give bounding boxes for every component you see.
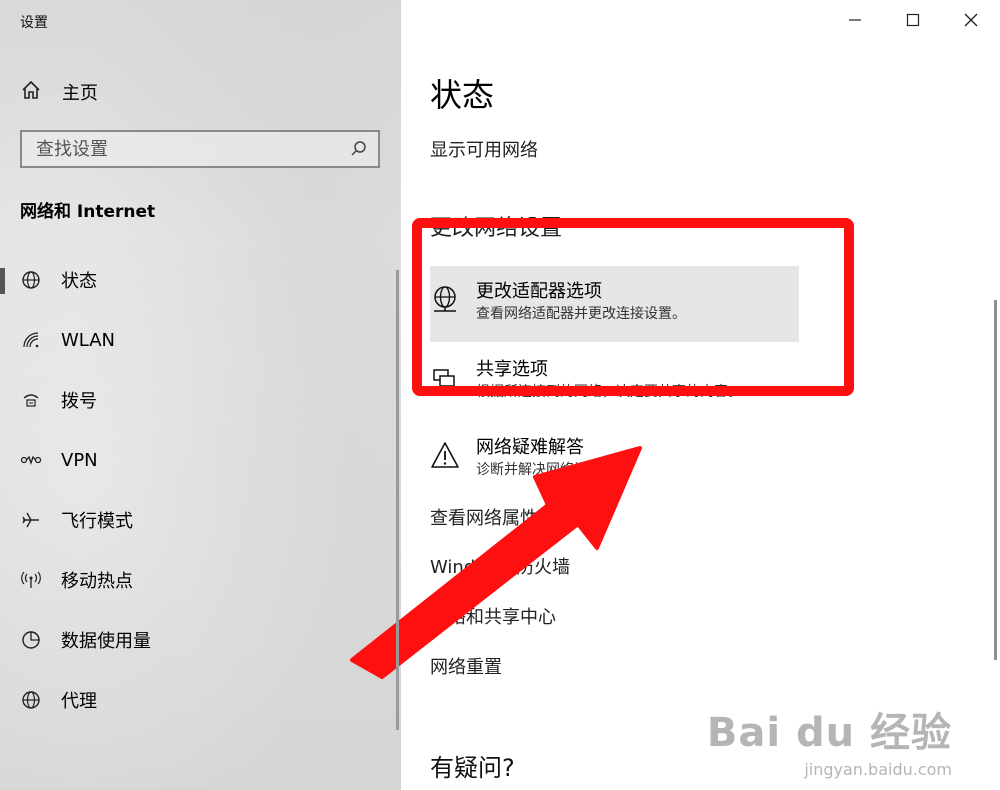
warning-icon	[430, 440, 460, 470]
close-icon	[964, 12, 978, 31]
sidebar-scrollbar[interactable]	[396, 270, 399, 730]
maximize-button[interactable]	[884, 0, 942, 42]
view-network-properties-link[interactable]: 查看网络属性	[430, 504, 538, 530]
sidebar: 设置 主页 网络和 Internet 状态 WLAN	[0, 0, 401, 790]
section-title: 网络和 Internet	[20, 202, 156, 222]
globe-icon	[20, 689, 42, 711]
option-text: 共享选项 根据所连接到的网络，决定要共享的内容。	[476, 358, 742, 402]
help-heading: 有疑问?	[430, 754, 515, 782]
maximize-icon	[906, 12, 920, 31]
sidebar-item-label: 状态	[61, 271, 97, 292]
show-networks-link[interactable]: 显示可用网络	[430, 136, 538, 162]
sharing-icon	[430, 362, 460, 392]
sidebar-item-data-usage[interactable]: 数据使用量	[0, 610, 401, 670]
windows-firewall-link[interactable]: Windows 防火墙	[430, 553, 570, 579]
main-panel: 状态 显示可用网络 更改网络设置 更改适配器选项 查看网络适配器并更改连接设置。…	[401, 0, 1000, 790]
sidebar-item-label: 拨号	[61, 391, 97, 412]
watermark-main: Bai du 经验	[706, 710, 952, 756]
search-icon[interactable]	[350, 140, 368, 162]
close-button[interactable]	[942, 0, 1000, 42]
network-troubleshooter[interactable]: 网络疑难解答 诊断并解决网络问题。	[430, 436, 616, 480]
sidebar-item-hotspot[interactable]: 移动热点	[0, 550, 401, 610]
option-title: 共享选项	[476, 359, 548, 380]
sidebar-nav: 状态 WLAN 拨号 VPN 飞行模式 移动热点 数据使用量 代理	[0, 250, 401, 730]
sidebar-item-label: VPN	[61, 449, 98, 471]
home-label: 主页	[62, 83, 98, 104]
baidu-watermark: Bai du 经验 jingyan.baidu.com	[707, 700, 952, 779]
option-title: 更改适配器选项	[476, 281, 602, 302]
window-controls	[826, 0, 1000, 42]
search-input[interactable]	[22, 132, 378, 166]
minimize-icon	[848, 12, 862, 31]
data-usage-icon	[20, 629, 42, 651]
advanced-heading: 更改网络设置	[430, 216, 563, 241]
search-box[interactable]	[20, 130, 380, 168]
vpn-icon	[20, 449, 42, 471]
option-desc: 诊断并解决网络问题。	[476, 462, 616, 478]
hotspot-icon	[20, 569, 42, 591]
page-title: 状态	[430, 76, 495, 114]
sidebar-item-label: 飞行模式	[61, 511, 133, 532]
watermark-sub: jingyan.baidu.com	[804, 760, 952, 779]
option-text: 更改适配器选项 查看网络适配器并更改连接设置。	[476, 280, 686, 342]
sidebar-item-vpn[interactable]: VPN	[0, 430, 401, 490]
sidebar-item-proxy[interactable]: 代理	[0, 670, 401, 730]
change-adapter-options[interactable]: 更改适配器选项 查看网络适配器并更改连接设置。	[430, 266, 799, 342]
sidebar-item-label: WLAN	[61, 329, 116, 351]
network-reset-link[interactable]: 网络重置	[430, 653, 502, 679]
adapter-globe-icon	[430, 284, 460, 314]
main-scrollbar[interactable]	[994, 300, 997, 660]
sidebar-item-wlan[interactable]: WLAN	[0, 310, 401, 370]
sidebar-home[interactable]: 主页	[20, 78, 98, 106]
sidebar-item-dialup[interactable]: 拨号	[0, 370, 401, 430]
option-desc: 查看网络适配器并更改连接设置。	[476, 306, 686, 322]
option-text: 网络疑难解答 诊断并解决网络问题。	[476, 436, 616, 480]
sidebar-item-label: 移动热点	[61, 571, 133, 592]
dialup-icon	[20, 389, 42, 411]
sharing-options[interactable]: 共享选项 根据所连接到的网络，决定要共享的内容。	[430, 358, 742, 402]
globe-icon	[20, 269, 42, 291]
sidebar-item-airplane[interactable]: 飞行模式	[0, 490, 401, 550]
home-icon	[20, 79, 42, 105]
sidebar-item-label: 代理	[61, 691, 97, 712]
airplane-icon	[20, 509, 42, 531]
window-title: 设置	[20, 15, 48, 31]
minimize-button[interactable]	[826, 0, 884, 42]
wifi-icon	[20, 329, 42, 351]
option-desc: 根据所连接到的网络，决定要共享的内容。	[476, 384, 742, 400]
option-title: 网络疑难解答	[476, 437, 584, 458]
sidebar-item-label: 数据使用量	[61, 631, 151, 652]
sidebar-item-status[interactable]: 状态	[0, 250, 401, 310]
network-sharing-center-link[interactable]: 网络和共享中心	[430, 603, 556, 629]
